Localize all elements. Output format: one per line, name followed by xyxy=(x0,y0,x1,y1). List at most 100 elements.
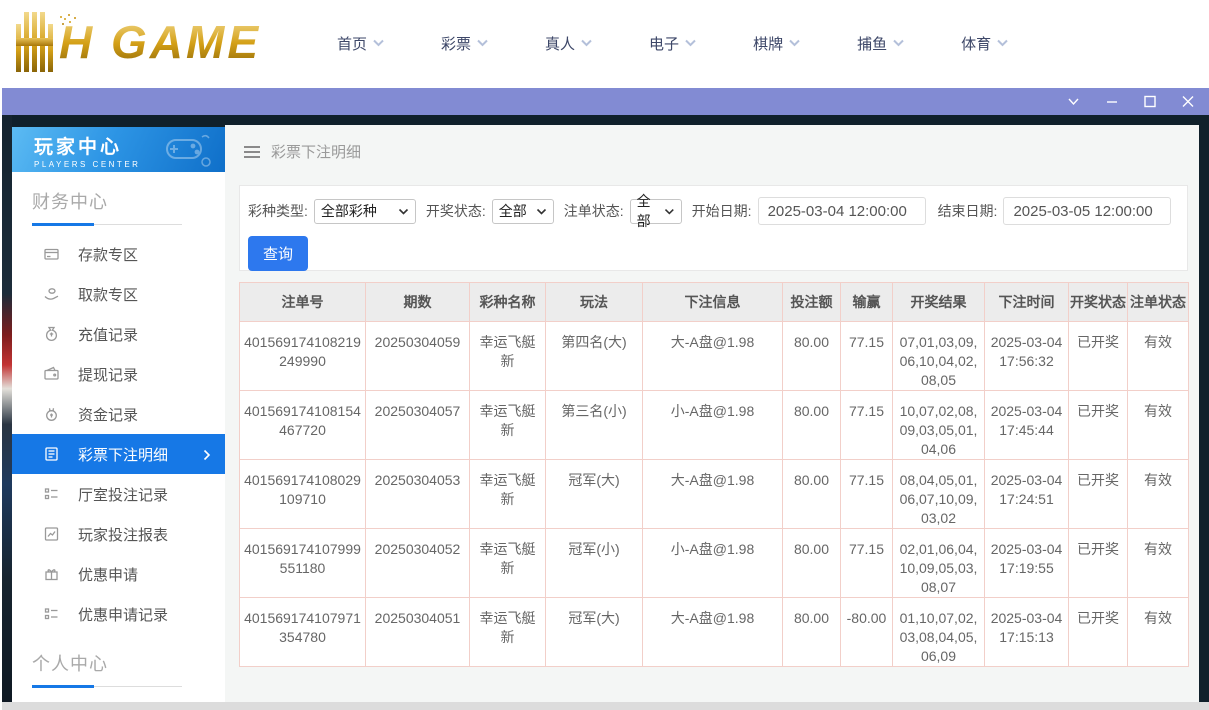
nav-item-slots[interactable]: 电子 xyxy=(649,33,697,54)
window-close-icon[interactable] xyxy=(1181,95,1195,108)
start-date-label: 开始日期: xyxy=(692,201,752,221)
cell-lottery-name: 幸运飞艇新 xyxy=(470,391,546,460)
cell-win-loss: 77.15 xyxy=(841,322,893,391)
cell-win-loss: -80.00 xyxy=(841,598,893,667)
chevron-down-icon xyxy=(684,38,697,48)
section-divider xyxy=(32,223,182,226)
lottery-type-select[interactable]: 全部彩种 xyxy=(314,199,416,224)
section-divider xyxy=(32,685,182,688)
filter-row: 彩种类型: 全部彩种 开奖状态: 全部 注单状态: 全部 开始日期: 结束日期: xyxy=(240,186,1187,225)
cell-order-id: 401569174108029109710 xyxy=(240,460,366,529)
sidebar-item-promo-apply[interactable]: 优惠申请 xyxy=(12,554,225,594)
window-minimize-icon[interactable] xyxy=(1105,95,1119,108)
chevron-down-icon xyxy=(476,38,489,48)
col-header: 开奖结果 xyxy=(893,283,985,322)
brand-logo[interactable]: H GAME xyxy=(16,12,261,72)
nav-item-sports[interactable]: 体育 xyxy=(961,33,1009,54)
table-row: 401569174108029109710 20250304053 幸运飞艇新 … xyxy=(240,460,1189,529)
hand-coin-icon xyxy=(42,285,60,303)
cell-period: 20250304057 xyxy=(366,391,470,460)
app-window: 玩家中心 PLAYERS CENTER 财务中心 存款专区 xyxy=(2,115,1209,710)
chevron-down-icon xyxy=(372,38,385,48)
section-title-personal: 个人中心 xyxy=(32,650,225,676)
chevron-down-icon xyxy=(788,38,801,48)
window-maximize-icon[interactable] xyxy=(1143,95,1157,108)
col-header: 彩种名称 xyxy=(470,283,546,322)
cell-lottery-name: 幸运飞艇新 xyxy=(470,460,546,529)
cell-draw-result: 08,04,05,01,06,07,10,09,03,02 xyxy=(893,460,985,529)
nav-item-home[interactable]: 首页 xyxy=(337,33,385,54)
cell-period: 20250304053 xyxy=(366,460,470,529)
nav-item-fishing[interactable]: 捕鱼 xyxy=(857,33,905,54)
cell-lottery-name: 幸运飞艇新 xyxy=(470,529,546,598)
draw-status-select[interactable]: 全部 xyxy=(492,199,554,224)
draw-status-label: 开奖状态: xyxy=(426,201,486,221)
cell-order-status: 有效 xyxy=(1128,391,1189,460)
col-header: 输赢 xyxy=(841,283,893,322)
gamepad-icon xyxy=(161,134,213,168)
nav-item-cards[interactable]: 棋牌 xyxy=(753,33,801,54)
list-record-icon xyxy=(42,485,60,503)
sidebar-item-funds-record[interactable]: 资金记录 xyxy=(12,394,225,434)
cell-bet-info: 大-A盘@1.98 xyxy=(643,322,783,391)
cell-bet-amount: 80.00 xyxy=(783,598,841,667)
table-row: 401569174108219249990 20250304059 幸运飞艇新 … xyxy=(240,322,1189,391)
window-chevron-down-icon[interactable] xyxy=(1066,95,1081,108)
cell-draw-result: 07,01,03,09,06,10,04,02,08,05 xyxy=(893,322,985,391)
nav-item-live[interactable]: 真人 xyxy=(545,33,593,54)
chevron-right-icon xyxy=(203,448,211,465)
sidebar-item-hall-bet-record[interactable]: 厅室投注记录 xyxy=(12,474,225,514)
cell-win-loss: 77.15 xyxy=(841,391,893,460)
sidebar-item-label: 优惠申请记录 xyxy=(78,604,168,625)
cell-bet-amount: 80.00 xyxy=(783,529,841,598)
cell-bet-time: 2025-03-04 17:56:32 xyxy=(985,322,1069,391)
cell-period: 20250304052 xyxy=(366,529,470,598)
select-chevron-icon xyxy=(536,207,547,216)
sidebar-header: 玩家中心 PLAYERS CENTER xyxy=(12,127,225,172)
sidebar-item-label: 取款专区 xyxy=(78,284,138,305)
col-header: 注单状态 xyxy=(1128,283,1189,322)
cell-bet-time: 2025-03-04 17:24:51 xyxy=(985,460,1069,529)
background-art xyxy=(2,115,12,710)
hamburger-icon[interactable] xyxy=(243,145,261,159)
nav-item-lottery[interactable]: 彩票 xyxy=(441,33,489,54)
cell-play: 第三名(小) xyxy=(546,391,643,460)
sidebar-item-withdrawal-record[interactable]: 提现记录 xyxy=(12,354,225,394)
chevron-down-icon xyxy=(580,38,593,48)
money-bag-icon xyxy=(42,325,60,343)
sidebar-item-promo-apply-record[interactable]: 优惠申请记录 xyxy=(12,594,225,634)
sidebar-item-label: 资金记录 xyxy=(78,404,138,425)
end-date-label: 结束日期: xyxy=(938,201,998,221)
cell-bet-amount: 80.00 xyxy=(783,460,841,529)
sidebar-item-player-bet-report[interactable]: 玩家投注报表 xyxy=(12,514,225,554)
sidebar-item-deposit-zone[interactable]: 存款专区 xyxy=(12,234,225,274)
cell-bet-info: 大-A盘@1.98 xyxy=(643,598,783,667)
cell-draw-status: 已开奖 xyxy=(1069,460,1128,529)
col-header: 玩法 xyxy=(546,283,643,322)
cell-bet-info: 大-A盘@1.98 xyxy=(643,460,783,529)
sidebar-item-recharge-record[interactable]: 充值记录 xyxy=(12,314,225,354)
window-title-bar xyxy=(2,88,1209,115)
cell-play: 冠军(大) xyxy=(546,460,643,529)
col-header: 开奖状态 xyxy=(1069,283,1128,322)
start-date-input[interactable] xyxy=(758,197,926,225)
sidebar-item-withdraw-zone[interactable]: 取款专区 xyxy=(12,274,225,314)
sidebar-item-lottery-bet-detail[interactable]: 彩票下注明细 xyxy=(12,434,225,474)
cell-bet-info: 小-A盘@1.98 xyxy=(643,529,783,598)
order-status-label: 注单状态: xyxy=(564,201,624,221)
sidebar-menu-finance: 存款专区 取款专区 充值记录 提现记录 xyxy=(12,234,225,634)
sidebar-item-label: 彩票下注明细 xyxy=(78,444,168,465)
col-header: 投注额 xyxy=(783,283,841,322)
cell-win-loss: 77.15 xyxy=(841,529,893,598)
cell-bet-info: 小-A盘@1.98 xyxy=(643,391,783,460)
end-date-input[interactable] xyxy=(1003,197,1171,225)
query-button[interactable]: 查询 xyxy=(248,236,308,271)
cell-play: 第四名(大) xyxy=(546,322,643,391)
cell-order-id: 401569174107971354780 xyxy=(240,598,366,667)
cell-order-status: 有效 xyxy=(1128,322,1189,391)
sidebar-item-label: 厅室投注记录 xyxy=(78,484,168,505)
cell-win-loss: 77.15 xyxy=(841,460,893,529)
chart-report-icon xyxy=(42,525,60,543)
logo-dots-icon xyxy=(60,16,62,18)
order-status-select[interactable]: 全部 xyxy=(630,199,682,224)
